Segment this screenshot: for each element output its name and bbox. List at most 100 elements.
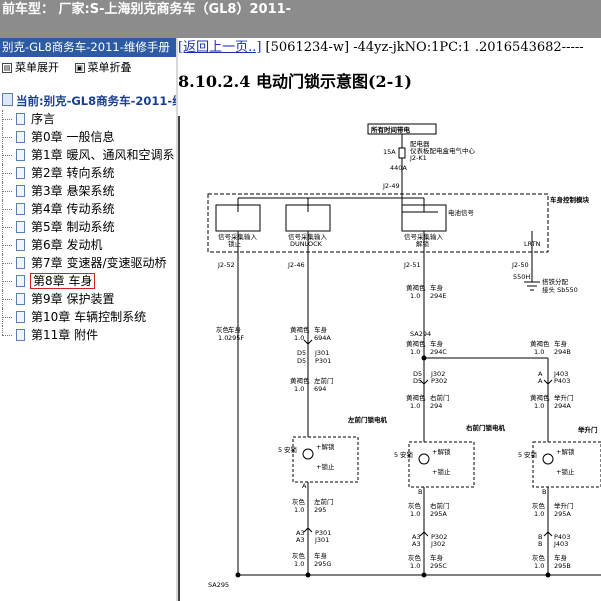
signal-1b: 锁止 — [228, 239, 242, 248]
liftgate-unlock: +解锁 — [556, 447, 575, 456]
pin-j2-52: J2-52 — [217, 261, 235, 269]
col2-body4: 车身 — [314, 551, 328, 560]
tree-item-chapter-7[interactable]: 第7章 变速器/变速驱动桥 — [0, 254, 176, 272]
col4-color3: 灰色 — [532, 501, 546, 510]
col4-a2: A — [538, 377, 543, 385]
document-icon — [16, 221, 25, 233]
col3-color4: 灰色 — [408, 501, 422, 510]
col3-circuit2: 294C — [430, 348, 447, 356]
splice-sa294: SA294 — [410, 330, 431, 338]
tree-item-label: 第4章 传动系统 — [31, 202, 115, 216]
book-icon — [2, 93, 13, 106]
document-icon — [16, 275, 25, 287]
col4-b2: B — [538, 540, 542, 548]
document-icon — [16, 311, 25, 323]
document-icon — [16, 131, 25, 143]
liftgate-lock: +锁止 — [556, 467, 575, 476]
pin-j2-46: J2-46 — [287, 261, 305, 269]
tree-item-chapter-8[interactable]: 第8章 车身 — [0, 272, 176, 290]
col4-door3: 举升门 — [554, 501, 574, 510]
tree-item-chapter-10[interactable]: 第10章 车辆控制系统 — [0, 308, 176, 326]
tree-root-label: 当前:别克-GL8商务车-2011-维 — [16, 94, 176, 108]
col4-size4: 1.0 — [534, 562, 544, 570]
col2-body: 车身 — [314, 325, 328, 334]
left-relay-body: 安锁 — [284, 445, 298, 454]
bcm-label: 车身控制模块 — [550, 195, 590, 204]
col3-color2: 黄褐色 — [406, 339, 426, 348]
collapse-menu-button[interactable]: ▣ 菜单折叠 — [74, 58, 132, 78]
tree-item-preface[interactable]: 序言 — [0, 110, 176, 128]
page-title: 8.10.2.4 电动门锁示意图(2-1) — [178, 72, 412, 91]
pin-j2-50: J2-50 — [511, 261, 529, 269]
tree-item-label: 第5章 制动系统 — [31, 220, 115, 234]
col2-p301: P301 — [315, 357, 331, 365]
col4-color4: 灰色 — [532, 553, 546, 562]
tree-item-label: 第6章 发动机 — [31, 238, 103, 252]
tree-item-chapter-6[interactable]: 第6章 发动机 — [0, 236, 176, 254]
col2-door: 左前门 — [314, 376, 334, 385]
document-icon — [16, 185, 25, 197]
tree-root[interactable]: 当前:别克-GL8商务车-2011-维 — [0, 92, 176, 110]
left-lock: +锁止 — [316, 462, 335, 471]
document-icon — [16, 293, 25, 305]
chapter-tree: 当前:别克-GL8商务车-2011-维 序言 第0章 一般信息 第1章 暖风、通… — [0, 92, 176, 344]
col2-size2: 1.0 — [294, 385, 304, 393]
col4-size: 1.0 — [534, 348, 544, 356]
col4-j403b: J403 — [553, 540, 568, 548]
col2-color: 黄褐色 — [290, 325, 310, 334]
hot-at-all-times: 所有时间带电 — [371, 125, 411, 134]
liftgate-relay-num: 5 — [518, 451, 522, 459]
col3-body5: 车身 — [430, 553, 444, 562]
tree-item-chapter-0[interactable]: 第0章 一般信息 — [0, 128, 176, 146]
pin-j2-49: J2-49 — [382, 182, 400, 190]
tree-item-chapter-5[interactable]: 第5章 制动系统 — [0, 218, 176, 236]
right-relay-body: 安锁 — [400, 450, 414, 459]
wiring-schematic: 所有时间带电 15A 配电器 仪表板配电盒电气中心 J2-K1 440A J2-… — [178, 116, 601, 601]
col1-circuit: 295F — [228, 334, 244, 342]
app-title-bar: 前车型： 厂家:S-上海别克商务车（GL8）2011- — [0, 0, 601, 38]
document-icon — [16, 239, 25, 251]
expand-menu-button[interactable]: ▤ 菜单展开 — [2, 58, 59, 78]
col3-color5: 灰色 — [408, 553, 422, 562]
liftgate-pin-b: B — [542, 488, 546, 496]
tree-item-chapter-1[interactable]: 第1章 暖风、通风和空调系 — [0, 146, 176, 164]
col3-circuit4: 295A — [430, 510, 447, 518]
col2-size4: 1.0 — [294, 560, 304, 568]
tree-item-chapter-3[interactable]: 第3章 悬架系统 — [0, 182, 176, 200]
liftgate-relay-body: 安锁 — [524, 450, 538, 459]
left-relay-num: 5 — [278, 446, 282, 454]
right-relay-num: 5 — [394, 451, 398, 459]
tree-item-chapter-2[interactable]: 第2章 转向系统 — [0, 164, 176, 182]
expand-menu-label: 菜单展开 — [15, 61, 59, 74]
sidebar: 别克-GL8商务车-2011-维修手册 ▤ 菜单展开 ▣ 菜单折叠 当前:别克-… — [0, 38, 176, 601]
col2-circuit2: 694 — [314, 385, 326, 393]
expand-icon: ▤ — [2, 63, 12, 73]
back-link[interactable]: [返回上一页..] — [178, 40, 261, 55]
col3-color3: 黄褐色 — [406, 393, 426, 402]
left-door-lock-motor: 左前门锁电机 — [347, 415, 388, 424]
col4-body4: 车身 — [554, 553, 568, 562]
tree-item-chapter-9[interactable]: 第9章 保护装置 — [0, 290, 176, 308]
col2-door3: 左前门 — [314, 497, 334, 506]
col2-size: 1.0 — [294, 334, 304, 342]
tree-item-chapter-11[interactable]: 第11章 附件 — [0, 326, 176, 344]
tree-item-label: 第2章 转向系统 — [31, 166, 115, 180]
col4-circuit3: 295A — [554, 510, 571, 518]
fuse-rating: 15A — [383, 148, 396, 156]
right-pin-b: B — [418, 488, 422, 496]
document-id: [5061234-w] -44yz-jkNO:1PC:1 .2016543682… — [261, 40, 584, 55]
pin-j2-51: J2-51 — [403, 261, 421, 269]
tree-item-chapter-4[interactable]: 第4章 传动系统 — [0, 200, 176, 218]
ground-label-1: 搭铁分配 — [542, 277, 569, 286]
liftgate-lock-motor: 举升门 — [577, 425, 598, 434]
col3-door: 右前门 — [430, 393, 450, 402]
col2-j301: J301 — [314, 349, 329, 357]
col3-j302b: J302 — [430, 540, 445, 548]
col2-circuit4: 295G — [314, 560, 331, 568]
tree-item-label: 第7章 变速器/变速驱动桥 — [31, 256, 167, 270]
col3-body: 车身 — [430, 283, 444, 292]
ground-label-2: 接头 Sb550 — [542, 285, 578, 294]
tree-item-label-selected: 第8章 车身 — [29, 273, 96, 289]
signal-3b: 解锁 — [416, 239, 430, 248]
col4-door: 举升门 — [554, 393, 574, 402]
